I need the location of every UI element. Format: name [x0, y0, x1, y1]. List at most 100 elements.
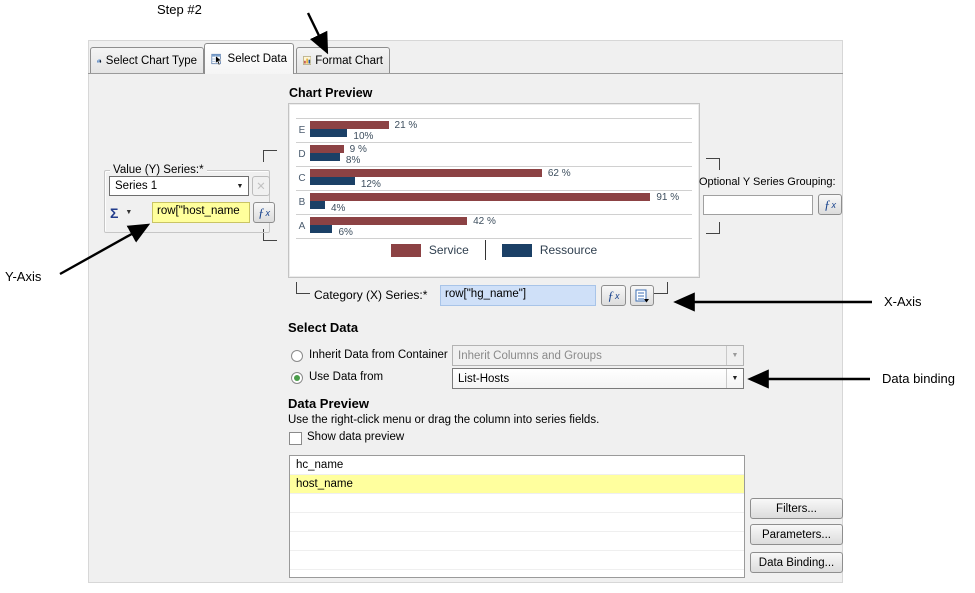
chart-plot: E21 %10%D9 %8%C62 %12%B91 %4%A42 %6%	[296, 118, 692, 239]
empty-list-row	[290, 570, 744, 578]
legend-divider	[485, 240, 486, 260]
tab-format-chart[interactable]: Format Chart	[296, 47, 390, 73]
service-legend-swatch	[391, 244, 421, 257]
chevron-down-icon: ▼	[726, 346, 743, 365]
bar-ressource	[310, 201, 325, 209]
empty-list-row	[290, 513, 744, 532]
bar-service	[310, 169, 542, 177]
chart-preview-heading: Chart Preview	[289, 86, 372, 100]
value-y-series-label: Value (Y) Series:*	[110, 164, 207, 176]
inherit-columns-dropdown-value: Inherit Columns and Groups	[453, 350, 726, 362]
aggregation-button[interactable]: Σ ▼	[110, 202, 132, 223]
bar-ressource	[310, 225, 332, 233]
show-data-preview-checkbox[interactable]	[289, 432, 302, 445]
category-label: E	[296, 125, 308, 136]
optional-grouping-input[interactable]	[703, 195, 813, 215]
bar-value-label: 4%	[331, 203, 345, 214]
service-legend-label: Service	[429, 243, 469, 257]
bar-value-label: 12%	[361, 179, 381, 190]
fx-icon: ƒ	[608, 288, 615, 304]
data-binding-button[interactable]: Data Binding...	[750, 552, 843, 573]
bar-ressource	[310, 129, 347, 137]
category-label: D	[296, 149, 308, 160]
grouping-fx-button[interactable]: ƒx	[818, 194, 842, 215]
sigma-icon: Σ	[110, 205, 118, 221]
chart-category-row: D 9 %8%	[296, 142, 692, 166]
bracket-xseries-left	[296, 282, 310, 294]
bar-value-label: 6%	[338, 227, 352, 238]
column-list-item[interactable]: host_name	[290, 475, 744, 494]
bar-service	[310, 145, 344, 153]
bar-value-label: 10%	[353, 131, 373, 142]
data-preview-heading: Data Preview	[288, 396, 369, 411]
filters-button[interactable]: Filters...	[750, 498, 843, 519]
x-series-expression-field[interactable]: row["hg_name"]	[440, 285, 596, 306]
bar-service	[310, 193, 650, 201]
step2-annotation: Step #2	[157, 2, 202, 17]
data-preview-hint: Use the right-click menu or drag the col…	[288, 414, 599, 426]
category-label: B	[296, 197, 308, 208]
bar-ressource	[310, 153, 340, 161]
tab-strip-divider	[88, 73, 843, 74]
parameters-button[interactable]: Parameters...	[750, 524, 843, 545]
show-data-preview-label[interactable]: Show data preview	[307, 431, 404, 443]
select-data-icon	[211, 51, 224, 67]
tab-label: Select Chart Type	[106, 55, 197, 67]
category-label: C	[296, 173, 308, 184]
data-set-dropdown-value: List-Hosts	[453, 373, 726, 385]
bar-ressource	[310, 177, 355, 185]
y-series-fx-button[interactable]: ƒx	[253, 202, 275, 223]
bar-value-label: 42 %	[473, 216, 496, 227]
x-axis-annotation: X-Axis	[884, 294, 922, 309]
remove-series-button[interactable]: ✕	[252, 176, 270, 196]
y-axis-annotation: Y-Axis	[5, 269, 41, 284]
edit-group-sorting-icon	[635, 289, 649, 303]
x-series-fx-button[interactable]: ƒx	[601, 285, 626, 306]
inherit-data-radio[interactable]	[291, 350, 303, 362]
bracket-right-top	[706, 158, 720, 170]
tab-select-data[interactable]: Select Data	[204, 43, 294, 74]
tab-label: Format Chart	[315, 55, 383, 67]
ressource-legend-swatch	[502, 244, 532, 257]
bar-value-label: 8%	[346, 155, 360, 166]
bar-value-label: 9 %	[350, 144, 367, 155]
sigma-chevron-down-icon: ▼	[125, 209, 132, 216]
bar-value-label: 62 %	[548, 168, 571, 179]
chart-type-icon	[97, 53, 102, 68]
bar-value-label: 91 %	[656, 192, 679, 203]
format-chart-icon	[303, 53, 311, 68]
column-list-item[interactable]: hc_name	[290, 456, 744, 475]
select-data-heading: Select Data	[288, 320, 358, 335]
chart-category-row: A42 %6%	[296, 214, 692, 239]
tab-select-chart-type[interactable]: Select Chart Type	[90, 47, 204, 73]
inherit-data-radio-label[interactable]: Inherit Data from Container	[309, 349, 448, 361]
use-data-radio[interactable]	[291, 372, 303, 384]
inherit-columns-dropdown: Inherit Columns and Groups ▼	[452, 345, 744, 366]
empty-list-row	[290, 494, 744, 513]
x-series-label: Category (X) Series:*	[314, 288, 427, 302]
series-selector-value: Series 1	[110, 180, 232, 192]
y-series-expression-field[interactable]: row["host_name	[152, 202, 250, 223]
data-binding-annotation: Data binding	[882, 371, 955, 386]
bar-service	[310, 217, 467, 225]
close-icon: ✕	[256, 179, 266, 193]
chart-category-row: C 62 % 12%	[296, 166, 692, 190]
bar-value-label: 21 %	[395, 120, 418, 131]
bar-service	[310, 121, 389, 129]
bracket-left-top	[263, 150, 277, 162]
data-set-dropdown[interactable]: List-Hosts ▼	[452, 368, 744, 389]
bracket-right-bottom	[706, 222, 720, 234]
optional-grouping-label: Optional Y Series Grouping:	[699, 176, 836, 188]
chart-category-row: E 21 % 10%	[296, 118, 692, 142]
use-data-radio-label[interactable]: Use Data from	[309, 371, 383, 383]
fx-icon: ƒ	[824, 197, 831, 213]
chart-legend: Service Ressource	[288, 240, 700, 260]
bracket-xseries-right	[654, 282, 668, 294]
chart-category-row: B 91 % 4%	[296, 190, 692, 214]
chevron-down-icon: ▼	[232, 183, 248, 190]
edit-group-sorting-button[interactable]	[630, 285, 654, 306]
tab-label: Select Data	[228, 53, 287, 65]
column-list: hc_namehost_name	[289, 455, 745, 578]
ressource-legend-label: Ressource	[540, 243, 597, 257]
series-selector[interactable]: Series 1 ▼	[109, 176, 249, 196]
